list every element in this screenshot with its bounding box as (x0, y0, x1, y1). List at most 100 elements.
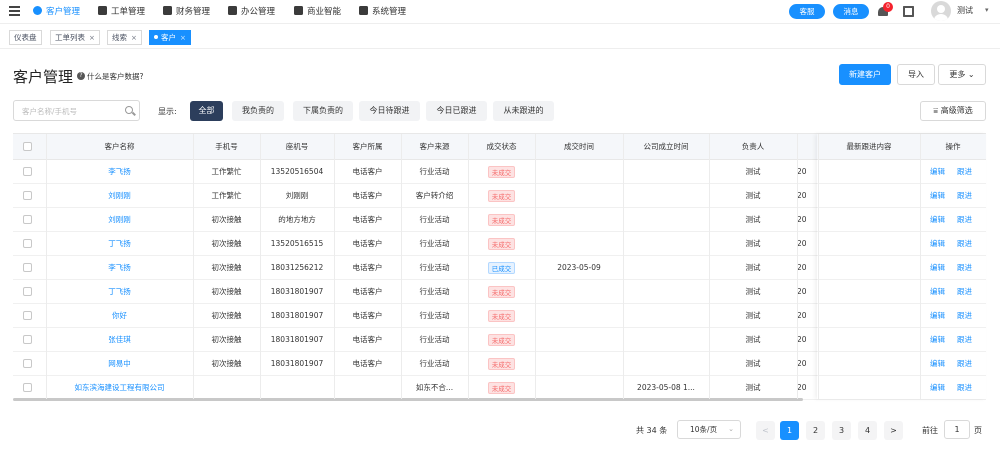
tag-workorder-list[interactable]: 工单列表 × (50, 30, 100, 45)
new-customer-button[interactable]: 新建客户 (839, 64, 891, 85)
col-header-latest-followup[interactable]: 最新跟进内容 (818, 134, 920, 160)
table-row[interactable]: 刘刚刚 初次接触 的地方地方 电话客户 行业活动 未成交 测试 20 编辑 跟进 (13, 208, 986, 232)
cell-name[interactable]: 丁飞扬 (46, 280, 193, 303)
service-button[interactable]: 客服 (789, 4, 825, 19)
avatar[interactable] (931, 1, 951, 21)
edit-button[interactable]: 编辑 (930, 328, 945, 351)
next-page-button[interactable]: > (884, 421, 903, 440)
row-checkbox[interactable] (23, 359, 32, 368)
col-header-founded[interactable]: 公司成立时间 (623, 134, 709, 160)
col-header-mobile[interactable]: 手机号 (193, 134, 260, 160)
table-row[interactable]: 刘刚刚 工作繁忙 刘刚刚 电话客户 客户转介绍 未成交 测试 20 编辑 跟进 (13, 184, 986, 208)
page-size-select[interactable]: 10条/页 ⌄ (677, 420, 741, 439)
filter-chip-todo-today[interactable]: 今日待跟进 (359, 101, 420, 121)
followup-button[interactable]: 跟进 (957, 160, 972, 183)
cell-name[interactable]: 李飞扬 (46, 256, 193, 279)
tag-lead[interactable]: 线索 × (107, 30, 142, 45)
page-3-button[interactable]: 3 (832, 421, 851, 440)
tag-dashboard[interactable]: 仪表盘 (9, 30, 42, 45)
row-checkbox[interactable] (23, 239, 32, 248)
cell-name[interactable]: 刘刚刚 (46, 208, 193, 231)
cell-name[interactable]: 如东滨海建设工程有限公司 (46, 376, 193, 399)
search-input[interactable]: 客户名称/手机号 (13, 100, 140, 121)
filter-chip-mine[interactable]: 我负责的 (232, 101, 284, 121)
fullscreen-icon[interactable] (903, 6, 914, 17)
nav-item-customer[interactable]: 客户管理 (33, 5, 80, 19)
edit-button[interactable]: 编辑 (930, 184, 945, 207)
edit-button[interactable]: 编辑 (930, 304, 945, 327)
nav-item-finance[interactable]: 财务管理 (163, 5, 210, 19)
col-header-name[interactable]: 客户名称 (46, 134, 193, 160)
notification-bell[interactable]: 0 (877, 2, 893, 18)
table-row[interactable]: 丁飞扬 初次接触 18031801907 电话客户 行业活动 未成交 测试 20 编辑 跟进 (13, 280, 986, 304)
prev-page-button[interactable]: < (756, 421, 775, 440)
cell-name[interactable]: 丁飞扬 (46, 232, 193, 255)
edit-button[interactable]: 编辑 (930, 376, 945, 399)
followup-button[interactable]: 跟进 (957, 232, 972, 255)
followup-button[interactable]: 跟进 (957, 352, 972, 375)
row-checkbox[interactable] (23, 215, 32, 224)
edit-button[interactable]: 编辑 (930, 256, 945, 279)
row-checkbox[interactable] (23, 311, 32, 320)
question-icon[interactable]: ? (77, 72, 85, 80)
edit-button[interactable]: 编辑 (930, 280, 945, 303)
close-icon[interactable]: × (131, 34, 137, 42)
filter-chip-subordinate[interactable]: 下属负责的 (293, 101, 353, 121)
followup-button[interactable]: 跟进 (957, 280, 972, 303)
followup-button[interactable]: 跟进 (957, 184, 972, 207)
row-checkbox[interactable] (23, 191, 32, 200)
cell-name[interactable]: 你好 (46, 304, 193, 327)
edit-button[interactable]: 编辑 (930, 232, 945, 255)
table-row[interactable]: 网易中 初次接触 18031801907 电话客户 行业活动 未成交 测试 20 编辑 跟进 (13, 352, 986, 376)
col-header-source[interactable]: 客户来源 (401, 134, 468, 160)
table-row[interactable]: 张佳琪 初次接触 18031801907 电话客户 行业活动 未成交 测试 20 编辑 跟进 (13, 328, 986, 352)
username[interactable]: 测试 (957, 5, 973, 16)
import-button[interactable]: 导入 (897, 64, 935, 85)
tag-customer[interactable]: 客户 × (149, 30, 191, 45)
menu-toggle-icon[interactable] (9, 6, 20, 17)
row-checkbox[interactable] (23, 287, 32, 296)
nav-item-system[interactable]: 系统管理 (359, 5, 406, 19)
col-header-owner[interactable]: 负责人 (709, 134, 797, 160)
cell-name[interactable]: 网易中 (46, 352, 193, 375)
col-header-deal-time[interactable]: 成交时间 (535, 134, 623, 160)
edit-button[interactable]: 编辑 (930, 208, 945, 231)
followup-button[interactable]: 跟进 (957, 256, 972, 279)
filter-chip-never[interactable]: 从未跟进的 (493, 101, 554, 121)
col-header-phone[interactable]: 座机号 (260, 134, 334, 160)
goto-page-input[interactable]: 1 (944, 420, 970, 439)
search-icon[interactable] (125, 106, 133, 114)
table-row[interactable]: 如东滨海建设工程有限公司 如东不合... 未成交 2023-05-08 1... 测试 2… (13, 376, 986, 400)
more-button[interactable]: 更多 ⌄ (938, 64, 986, 85)
table-row[interactable]: 李飞扬 工作繁忙 13520516504 电话客户 行业活动 未成交 测试 20 编辑 跟进 (13, 160, 986, 184)
row-checkbox[interactable] (23, 383, 32, 392)
chevron-down-icon[interactable]: ▾ (985, 6, 989, 14)
close-icon[interactable]: × (180, 34, 186, 42)
close-icon[interactable]: × (89, 34, 95, 42)
page-4-button[interactable]: 4 (858, 421, 877, 440)
nav-item-office[interactable]: 办公管理 (228, 5, 275, 19)
page-1-button[interactable]: 1 (780, 421, 799, 440)
followup-button[interactable]: 跟进 (957, 376, 972, 399)
message-button[interactable]: 消息 (833, 4, 869, 19)
filter-chip-done-today[interactable]: 今日已跟进 (426, 101, 487, 121)
table-row[interactable]: 你好 初次接触 18031801907 电话客户 行业活动 未成交 测试 20 编辑 跟进 (13, 304, 986, 328)
horizontal-scrollbar[interactable] (13, 398, 803, 401)
followup-button[interactable]: 跟进 (957, 304, 972, 327)
cell-name[interactable]: 刘刚刚 (46, 184, 193, 207)
nav-item-workorder[interactable]: 工单管理 (98, 5, 145, 19)
edit-button[interactable]: 编辑 (930, 160, 945, 183)
page-2-button[interactable]: 2 (806, 421, 825, 440)
table-row[interactable]: 丁飞扬 初次接触 13520516515 电话客户 行业活动 未成交 测试 20 编辑 跟进 (13, 232, 986, 256)
followup-button[interactable]: 跟进 (957, 328, 972, 351)
filter-chip-all[interactable]: 全部 (190, 101, 223, 121)
followup-button[interactable]: 跟进 (957, 208, 972, 231)
edit-button[interactable]: 编辑 (930, 352, 945, 375)
row-checkbox[interactable] (23, 335, 32, 344)
cell-name[interactable]: 李飞扬 (46, 160, 193, 183)
row-checkbox[interactable] (23, 167, 32, 176)
select-all-checkbox[interactable] (23, 142, 32, 151)
help-link[interactable]: 什么是客户数据? (87, 71, 143, 82)
nav-item-bi[interactable]: 商业智能 (294, 5, 341, 19)
table-row[interactable]: 李飞扬 初次接触 18031256212 电话客户 行业活动 已成交 2023-05-09 测… (13, 256, 986, 280)
